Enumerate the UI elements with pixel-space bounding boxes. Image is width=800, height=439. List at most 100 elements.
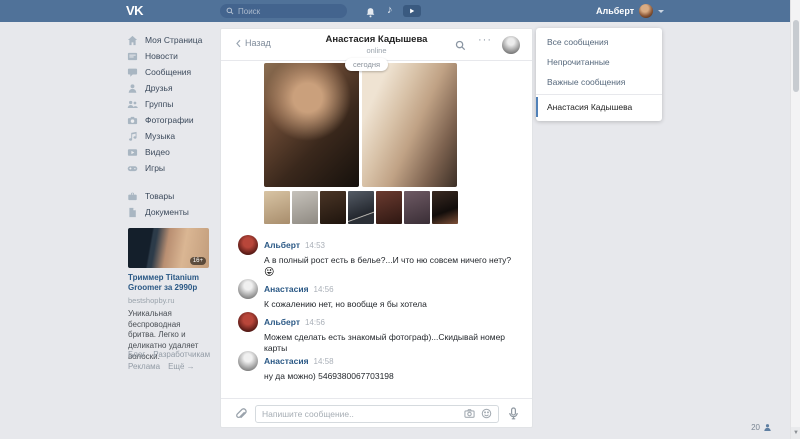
sidebar-divider — [127, 176, 219, 188]
notifications-bell-icon[interactable] — [365, 5, 376, 23]
message-input[interactable] — [262, 409, 458, 419]
sidebar-item-market[interactable]: Товары — [127, 188, 219, 204]
avatar[interactable] — [238, 235, 258, 255]
top-bar: VK ♪ Альберт — [0, 0, 790, 22]
photo-thumbnail-1[interactable] — [264, 191, 290, 224]
footer-link-ads[interactable]: Реклама — [128, 362, 160, 371]
sidebar-footer-links: Блог Разработчикам Реклама Ещё → — [128, 349, 218, 374]
emoji-sticker: 😜 — [264, 267, 522, 278]
scrollbar-down-arrow[interactable]: ▼ — [791, 427, 800, 439]
photo-thumbnail-3[interactable] — [320, 191, 346, 224]
ad-image[interactable]: 16+ — [128, 228, 209, 268]
photo-thumbnails-row — [264, 191, 458, 224]
video-icon — [127, 147, 138, 158]
avatar[interactable] — [238, 312, 258, 332]
photo-thumbnail-2[interactable] — [292, 191, 318, 224]
message-time: 14:53 — [305, 241, 325, 250]
message-bubble-icon — [127, 67, 138, 78]
search-icon — [226, 7, 234, 15]
footer-link-more[interactable]: Ещё → — [168, 362, 195, 371]
user-avatar — [639, 4, 653, 18]
gamepad-icon — [127, 163, 138, 174]
chat-status: online — [221, 46, 532, 55]
global-search[interactable] — [220, 4, 347, 18]
dropdown-item-selected-chat[interactable]: Анастасия Кадышева — [536, 97, 662, 117]
date-separator: сегодня — [345, 58, 388, 71]
photo-thumbnail-5[interactable] — [376, 191, 402, 224]
sidebar-item-friends[interactable]: Друзья — [127, 80, 219, 96]
dropdown-item-important[interactable]: Важные сообщения — [536, 72, 662, 92]
chevron-down-icon — [658, 10, 664, 13]
dropdown-item-unread[interactable]: Непрочитанные — [536, 52, 662, 72]
online-friends-counter[interactable]: 20 — [751, 423, 772, 432]
briefcase-icon — [127, 191, 138, 202]
dropdown-item-all-messages[interactable]: Все сообщения — [536, 32, 662, 52]
photo-thumbnail-7[interactable] — [432, 191, 458, 224]
message-author[interactable]: Альберт — [264, 317, 300, 327]
vk-logo[interactable]: VK — [126, 3, 143, 18]
photo-thumbnail-4[interactable] — [348, 191, 374, 224]
photo-thumbnail-6[interactable] — [404, 191, 430, 224]
message-input-box[interactable] — [255, 405, 499, 423]
microphone-icon[interactable] — [508, 407, 519, 420]
sidebar-item-messages[interactable]: Сообщения — [127, 64, 219, 80]
footer-link-developers[interactable]: Разработчикам — [153, 350, 210, 359]
scrollbar-thumb[interactable] — [793, 20, 799, 92]
message-time: 14:56 — [314, 285, 334, 294]
page-scrollbar[interactable]: ▼ — [790, 0, 800, 439]
left-sidebar: Моя Страница Новости Сообщения Друзья Гр… — [127, 32, 219, 220]
message-row: Анастасия14:58 ну да можно) 546938006770… — [238, 351, 522, 382]
people-icon — [127, 99, 138, 110]
sidebar-item-documents[interactable]: Документы — [127, 204, 219, 220]
user-name: Альберт — [596, 6, 634, 16]
message-time: 14:58 — [314, 357, 334, 366]
global-search-input[interactable] — [238, 7, 341, 16]
document-icon — [127, 207, 138, 218]
chat-search-icon[interactable] — [455, 38, 466, 56]
sidebar-item-my-page[interactable]: Моя Страница — [127, 32, 219, 48]
message-composer — [221, 398, 532, 428]
avatar[interactable] — [238, 351, 258, 371]
message-time: 14:56 — [305, 318, 325, 327]
message-author[interactable]: Альберт — [264, 240, 300, 250]
news-icon — [127, 51, 138, 62]
smiley-icon[interactable] — [481, 408, 492, 419]
chat-peer-avatar[interactable] — [502, 36, 520, 54]
chat-more-icon[interactable]: ··· — [478, 34, 492, 46]
camera-icon — [127, 115, 138, 126]
user-menu[interactable]: Альберт — [596, 0, 664, 22]
music-note-icon — [127, 131, 138, 142]
chat-header: Назад Анастасия Кадышева online ··· — [221, 29, 532, 61]
online-count: 20 — [751, 423, 760, 432]
photo-attachment-large-1[interactable] — [264, 63, 359, 187]
message-author[interactable]: Анастасия — [264, 284, 309, 294]
play-icon — [409, 8, 415, 14]
photo-attachment-large-2[interactable] — [362, 63, 457, 187]
attach-paperclip-icon[interactable] — [234, 407, 247, 420]
messages-filter-dropdown: Все сообщения Непрочитанные Важные сообщ… — [536, 28, 662, 121]
message-text: К сожалению нет, но вообще я бы хотела — [264, 299, 520, 310]
ad-title-link[interactable]: Триммер Titanium Groomer за 2990р — [128, 273, 209, 294]
sidebar-item-photos[interactable]: Фотографии — [127, 112, 219, 128]
message-row: Альберт 14:53 А в полный рост есть в бель… — [238, 235, 522, 278]
sidebar-item-news[interactable]: Новости — [127, 48, 219, 64]
sidebar-item-video[interactable]: Видео — [127, 144, 219, 160]
message-author[interactable]: Анастасия — [264, 356, 309, 366]
camera-attach-icon[interactable] — [464, 408, 475, 419]
message-row: Анастасия 14:56 К сожалению нет, но вообщ… — [238, 279, 522, 310]
sidebar-ad: 16+ Триммер Titanium Groomer за 2990р be… — [128, 228, 209, 363]
dropdown-divider — [536, 94, 662, 95]
sidebar-item-games[interactable]: Игры — [127, 160, 219, 176]
footer-link-blog[interactable]: Блог — [128, 350, 145, 359]
avatar[interactable] — [238, 279, 258, 299]
ad-age-badge: 16+ — [190, 257, 206, 265]
video-play-button[interactable] — [403, 5, 421, 17]
sidebar-item-music[interactable]: Музыка — [127, 128, 219, 144]
message-row: Альберт14:56 Можем сделать есть знакомый… — [238, 312, 522, 355]
sidebar-item-groups[interactable]: Группы — [127, 96, 219, 112]
person-icon — [127, 83, 138, 94]
music-icon[interactable]: ♪ — [387, 4, 393, 16]
ad-domain: bestshopby.ru — [128, 296, 209, 305]
chat-panel: Назад Анастасия Кадышева online ··· сего… — [220, 28, 533, 428]
message-text: А в полный рост есть в белье?...И что ню… — [264, 255, 520, 266]
